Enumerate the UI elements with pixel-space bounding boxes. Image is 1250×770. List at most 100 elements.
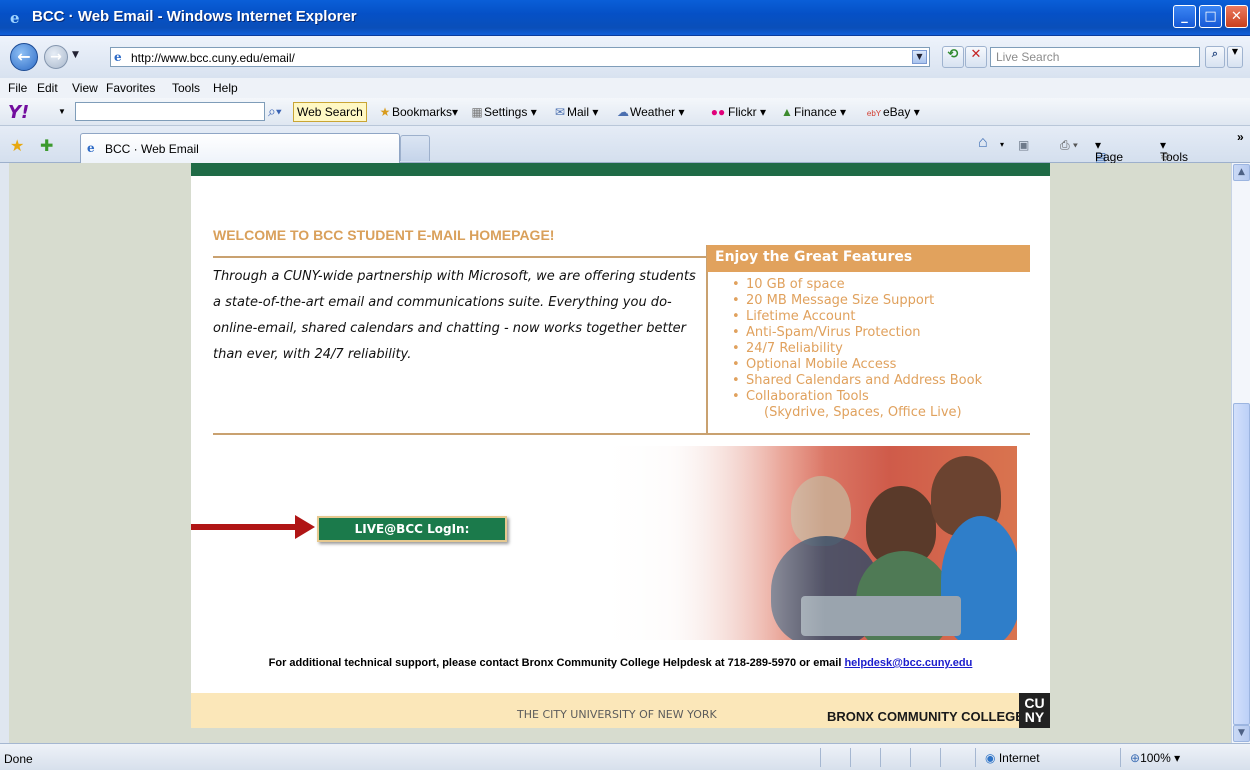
back-button[interactable]: ← [10,43,38,71]
support-text: For additional technical support, please… [191,657,1050,669]
feeds-icon[interactable]: ▣ [1018,138,1029,152]
home-icon[interactable]: ⌂ [978,134,988,152]
search-options-icon[interactable]: ▼ [1227,46,1243,68]
feature-item: 24/7 Reliability [732,341,982,357]
cuny-logo-top: CU [1024,695,1045,711]
menu-file[interactable]: File [8,81,27,95]
settings-icon: ▦ [471,105,483,119]
menu-edit[interactable]: Edit [37,81,58,95]
red-arrow-shaft [191,524,301,530]
bookmarks-label: Bookmarks [392,105,453,119]
heading-divider [213,256,708,258]
ie-logo-icon: e [10,9,20,27]
home-dropdown-icon[interactable]: ▾ [1000,140,1004,149]
menu-view[interactable]: View [72,81,98,95]
status-text: Done [4,752,33,766]
close-button[interactable]: ✕ [1225,5,1248,28]
zoom-level[interactable]: ⊕100% ▾ [1130,751,1180,765]
globe-icon: ◉ [985,751,996,765]
security-zone[interactable]: ◉ Internet [985,751,1040,765]
flickr-label: Flickr [728,105,757,119]
menu-help[interactable]: Help [213,81,238,95]
vertical-scrollbar[interactable]: ▲ ▼ [1231,163,1250,743]
live-bcc-login-button[interactable]: LIVE@BCC LogIn: [317,516,507,542]
magnifier-icon[interactable]: ⌕▾ [268,103,282,120]
section-divider [213,433,1030,435]
status-separator [1120,748,1121,767]
search-icon[interactable]: ⌕ [1205,46,1225,68]
menu-tools[interactable]: Tools [172,81,200,95]
intro-line: Through a CUNY-wide partnership with Mic… [213,269,696,284]
mail-button[interactable]: ✉ Mail ▾ [553,105,598,119]
menu-bar: File Edit View Favorites Tools Help [0,78,1250,98]
add-favorites-icon[interactable]: ✚ [40,136,53,155]
page-menu-button[interactable]: ▤ Page ▾ [1095,138,1123,164]
intro-line: than ever, with 24/7 reliability. [213,347,412,362]
bookmarks-button[interactable]: ★ Bookmarks▾ [378,105,458,119]
live-search-input[interactable]: Live Search [990,47,1200,67]
scroll-up-icon[interactable]: ▲ [1233,164,1250,181]
yahoo-toolbar: Y! ▼ ⌕▾ Web Search ★ Bookmarks▾ ▦Settings… [0,98,1250,126]
photo-fade [591,446,1017,640]
ebay-button[interactable]: ebY eBay ▾ [865,105,920,119]
settings-button[interactable]: ▦Settings ▾ [470,105,536,119]
page-footer: THE CITY UNIVERSITY OF NEW YORK BRONX CO… [191,693,1050,728]
tab-bcc-web-email[interactable]: e BCC · Web Email [80,133,400,163]
cuny-name: THE CITY UNIVERSITY OF NEW YORK [517,708,717,721]
yahoo-logo-icon[interactable]: Y! [8,102,29,123]
title-bar: e BCC · Web Email - Windows Internet Exp… [0,0,1250,36]
recent-pages-dropdown[interactable]: ▼ [72,50,79,60]
stop-button[interactable]: ✕ [965,46,987,68]
welcome-heading: WELCOME TO BCC STUDENT E-MAIL HOMEPAGE! [213,227,555,243]
zoom-label: 100% [1140,751,1171,765]
cuny-logo[interactable]: CU NY [1019,693,1050,728]
maximize-button[interactable]: □ [1199,5,1222,28]
address-bar: ← → ▼ e http://www.bcc.cuny.edu/email/ ▼… [0,36,1250,78]
status-bar: Done ◉ Internet ⊕100% ▾ [0,743,1250,770]
browser-viewport: WELCOME TO BCC STUDENT E-MAIL HOMEPAGE! … [9,163,1231,743]
feature-subitem: (Skydrive, Spaces, Office Live) [764,405,962,420]
url-text[interactable]: http://www.bcc.cuny.edu/email/ [131,51,295,65]
cuny-logo-bottom: NY [1024,709,1045,725]
tab-page-icon: e [87,141,95,155]
finance-icon: ▲ [781,105,793,119]
scroll-thumb[interactable] [1233,403,1250,725]
tools-menu-button[interactable]: ⚙ Tools ▾ [1160,138,1188,164]
bcc-tagline: BRONX COMMUNITY COLLEGE IS [827,709,1040,724]
feature-item: 20 MB Message Size Support [732,293,982,309]
intro-paragraph: Through a CUNY-wide partnership with Mic… [213,264,703,368]
status-separator [820,748,821,767]
top-green-stripe [191,163,1050,176]
feature-item: Collaboration Tools [732,389,982,405]
feature-item: Anti-Spam/Virus Protection [732,325,982,341]
url-dropdown-icon[interactable]: ▼ [912,50,927,64]
toolbar-overflow-icon[interactable]: » [1237,130,1244,144]
refresh-button[interactable]: ⟲ [942,46,964,68]
ebay-label: eBay [883,105,911,119]
new-tab-button[interactable] [400,135,430,161]
window-left-frame [0,163,9,743]
flickr-button[interactable]: ●● Flickr ▾ [708,105,766,119]
window-title: BCC · Web Email - Windows Internet Explo… [32,8,357,25]
weather-button[interactable]: ☁Weather ▾ [616,105,685,119]
menu-favorites[interactable]: Favorites [106,81,155,95]
finance-button[interactable]: ▲Finance ▾ [780,105,846,119]
yahoo-search-input[interactable] [75,102,265,121]
minimize-button[interactable]: _ [1173,5,1196,28]
status-separator [880,748,881,767]
url-field[interactable]: e http://www.bcc.cuny.edu/email/ ▼ [110,47,930,67]
finance-label: Finance [794,105,837,119]
helpdesk-email-link[interactable]: helpdesk@bcc.cuny.edu [844,657,972,669]
students-photo [591,446,1017,640]
feature-item: Lifetime Account [732,309,982,325]
web-search-button[interactable]: Web Search [293,102,367,122]
forward-button[interactable]: → [44,45,68,69]
favorites-star-icon[interactable]: ★ [10,136,24,155]
zoom-icon: ⊕ [1130,751,1141,765]
status-separator [850,748,851,767]
yahoo-menu-dropdown-icon[interactable]: ▼ [58,107,66,116]
print-icon[interactable]: ⎙ ▾ [1060,138,1078,153]
red-arrow-icon [295,515,315,539]
ebay-icon: ebY [866,109,882,118]
scroll-down-icon[interactable]: ▼ [1233,725,1250,742]
